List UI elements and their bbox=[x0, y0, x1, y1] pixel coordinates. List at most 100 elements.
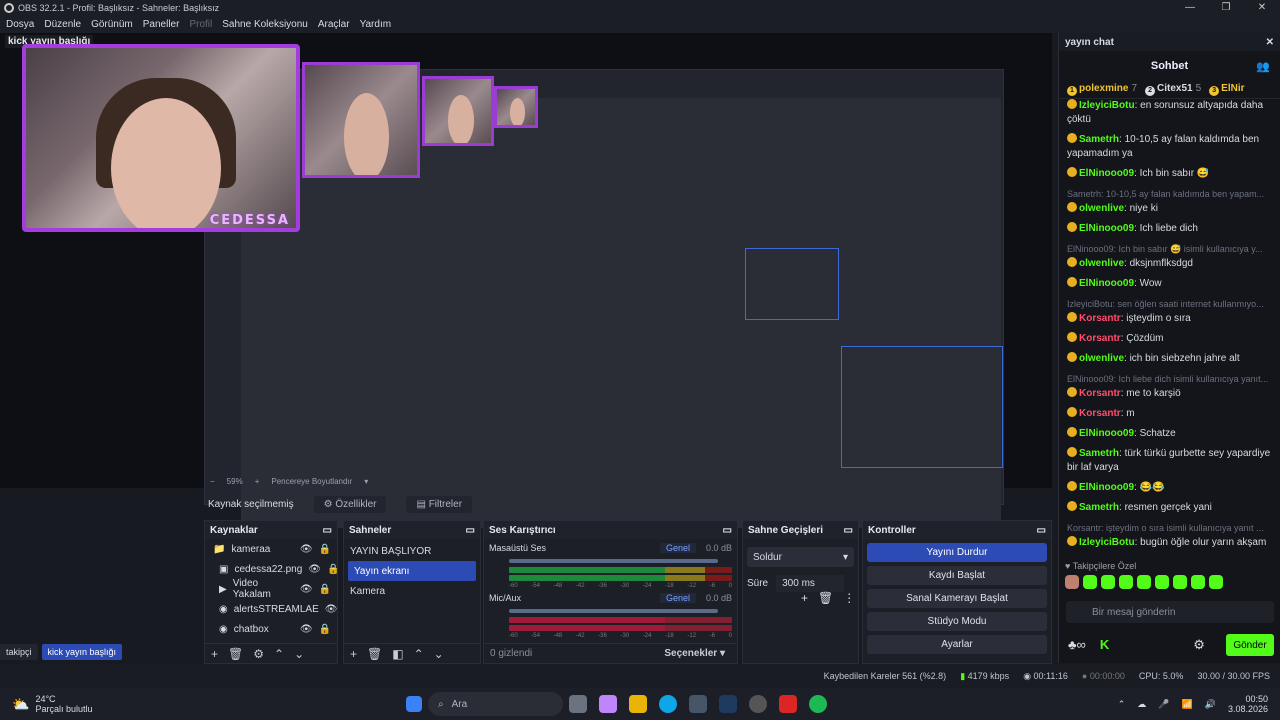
message-user[interactable]: Korsantr bbox=[1079, 313, 1121, 324]
dock-menu-icon[interactable]: ▭ bbox=[723, 525, 732, 536]
message-user[interactable]: ElNinooo09 bbox=[1079, 482, 1134, 493]
menu-item-0[interactable]: Dosya bbox=[6, 19, 34, 30]
message-user[interactable]: Korsantr bbox=[1079, 408, 1121, 419]
control-button[interactable]: Stüdyo Modu bbox=[867, 612, 1047, 631]
webcam-source[interactable]: CEDESSA bbox=[22, 44, 300, 232]
emote-icon[interactable] bbox=[1065, 575, 1079, 589]
chevron-up-icon[interactable]: ⌃ bbox=[1118, 699, 1126, 710]
send-button[interactable]: Gönder bbox=[1226, 634, 1274, 656]
add-scene-button[interactable]: + bbox=[350, 647, 357, 661]
close-icon[interactable]: ✕ bbox=[1266, 37, 1274, 48]
lock-icon[interactable]: 🔒 bbox=[319, 544, 331, 555]
source-item[interactable]: ◉alertsSTREAMLAE👁🔒 bbox=[205, 599, 356, 619]
source-item[interactable]: ▶ Video Yakalam 👁 🔒 bbox=[205, 578, 337, 600]
message-user[interactable]: ElNinooo09 bbox=[1079, 168, 1134, 179]
menu-item-3[interactable]: Paneller bbox=[143, 19, 180, 30]
message-user[interactable]: Sametrh bbox=[1079, 502, 1119, 513]
emote-icon[interactable] bbox=[1155, 575, 1169, 589]
source-item[interactable]: ▣ cedessa22.png 👁 🔒 bbox=[205, 559, 339, 579]
message-user[interactable]: Korsantr bbox=[1079, 333, 1121, 344]
cloud-icon[interactable]: ☁ bbox=[1137, 699, 1146, 710]
message-user[interactable]: IzleyiciBotu bbox=[1079, 537, 1135, 548]
menu-item-1[interactable]: Düzenle bbox=[44, 19, 81, 30]
message-user[interactable]: olwenlive bbox=[1079, 353, 1124, 364]
volume-slider[interactable] bbox=[509, 609, 718, 613]
volume-slider[interactable] bbox=[509, 559, 718, 563]
zoom-level[interactable]: 59% bbox=[227, 477, 243, 486]
move-down-button[interactable]: ⌄ bbox=[434, 647, 444, 661]
emote-icon[interactable] bbox=[1137, 575, 1151, 589]
emote-icon[interactable] bbox=[1119, 575, 1133, 589]
dock-menu-icon[interactable]: ▭ bbox=[466, 525, 475, 536]
store-icon[interactable] bbox=[689, 695, 707, 713]
lock-icon[interactable]: 🔒 bbox=[319, 584, 331, 595]
emote-icon[interactable] bbox=[1083, 575, 1097, 589]
start-icon[interactable] bbox=[406, 696, 422, 712]
mic-icon[interactable]: 🎤 bbox=[1158, 699, 1169, 710]
message-user[interactable]: Sametrh bbox=[1079, 448, 1119, 459]
message-user[interactable]: ElNinooo09 bbox=[1079, 278, 1134, 289]
message-user[interactable]: ElNinooo09 bbox=[1079, 223, 1134, 234]
control-button[interactable]: Ayarlar bbox=[867, 635, 1047, 654]
emote-icon[interactable] bbox=[1209, 575, 1223, 589]
duration-input[interactable]: 300 ms bbox=[776, 575, 844, 592]
dock-menu-icon[interactable]: ▭ bbox=[1037, 525, 1046, 536]
scene-item[interactable]: Kamera bbox=[344, 581, 480, 601]
eye-icon[interactable]: 👁 bbox=[300, 544, 313, 555]
control-button[interactable]: Kaydı Başlat bbox=[867, 566, 1047, 585]
remove-transition-button[interactable]: 🗑 bbox=[818, 591, 833, 605]
transition-select[interactable]: Soldur ▾ bbox=[747, 547, 854, 567]
message-user[interactable]: Sametrh bbox=[1079, 134, 1119, 145]
fit-dropdown-icon[interactable]: ▾ bbox=[364, 477, 368, 486]
properties-button[interactable]: ⚙ Özellikler bbox=[313, 495, 387, 513]
channel-mode[interactable]: Genel bbox=[659, 593, 696, 603]
menu-item-6[interactable]: Araçlar bbox=[318, 19, 350, 30]
emote-icon[interactable] bbox=[1173, 575, 1187, 589]
fit-to-window[interactable]: Pencereye Boyutlandır bbox=[271, 477, 352, 486]
zoom-in-button[interactable]: + bbox=[255, 477, 260, 486]
menu-item-4[interactable]: Profil bbox=[189, 19, 212, 30]
minimize-button[interactable]: — bbox=[1172, 0, 1208, 15]
menu-item-5[interactable]: Sahne Koleksiyonu bbox=[222, 19, 308, 30]
menu-item-7[interactable]: Yardım bbox=[360, 19, 392, 30]
message-user[interactable]: Korsantr bbox=[1079, 388, 1121, 399]
scene-item[interactable]: YAYIN BAŞLIYOR bbox=[344, 541, 480, 561]
spotify-icon[interactable] bbox=[809, 695, 827, 713]
filters-button[interactable]: ▤ Filtreler bbox=[406, 495, 473, 513]
eye-icon[interactable]: 👁 bbox=[300, 624, 313, 635]
dock-tab[interactable]: takipçi bbox=[0, 644, 38, 660]
lock-icon[interactable]: 🔒 bbox=[327, 564, 339, 575]
message-user[interactable]: IzleyiciBotu bbox=[1079, 100, 1135, 111]
add-source-button[interactable]: + bbox=[211, 647, 218, 661]
options-button[interactable]: Seçenekler ▾ bbox=[664, 648, 725, 659]
scene-item[interactable]: Yayın ekranı bbox=[348, 561, 476, 581]
gear-icon[interactable]: ⚙ bbox=[1193, 637, 1205, 653]
zoom-out-button[interactable]: − bbox=[210, 477, 215, 486]
emote-icon[interactable] bbox=[1191, 575, 1205, 589]
steam-icon[interactable] bbox=[719, 695, 737, 713]
weather-widget[interactable]: ⛅ 24°C Parçalı bulutlu bbox=[0, 694, 400, 714]
eye-icon[interactable]: 👁 bbox=[308, 564, 321, 575]
dock-tab[interactable]: kick yayın başlığı bbox=[41, 644, 123, 660]
emote-icon[interactable] bbox=[1101, 575, 1115, 589]
source-item[interactable]: 📁 kameraa 👁 🔒 bbox=[205, 539, 337, 559]
message-user[interactable]: ElNinooo09 bbox=[1079, 428, 1134, 439]
chat-input[interactable]: Bir mesaj gönderin bbox=[1066, 601, 1274, 623]
source-settings-button[interactable]: ⚙ bbox=[253, 647, 264, 661]
control-button[interactable]: Sanal Kamerayı Başlat bbox=[867, 589, 1047, 608]
clock[interactable]: 00:50 3.08.2026 bbox=[1228, 694, 1268, 714]
remove-scene-button[interactable]: 🗑 bbox=[367, 647, 382, 661]
eye-icon[interactable]: 👁 bbox=[325, 604, 338, 615]
copilot-icon[interactable] bbox=[599, 695, 617, 713]
close-button[interactable]: ✕ bbox=[1244, 0, 1280, 15]
message-user[interactable]: olwenlive bbox=[1079, 203, 1124, 214]
users-icon[interactable]: 👥 bbox=[1256, 60, 1270, 73]
obs-taskbar-icon[interactable] bbox=[749, 695, 767, 713]
message-user[interactable]: olwenlive bbox=[1079, 258, 1124, 269]
chat-tab[interactable]: Sohbet 👥 bbox=[1059, 51, 1280, 81]
edge-icon[interactable] bbox=[659, 695, 677, 713]
task-view-icon[interactable] bbox=[569, 695, 587, 713]
more-icon[interactable]: ⋮ bbox=[843, 591, 855, 605]
app-icon[interactable] bbox=[779, 695, 797, 713]
emote-icon[interactable]: ♣∞ bbox=[1068, 637, 1086, 653]
